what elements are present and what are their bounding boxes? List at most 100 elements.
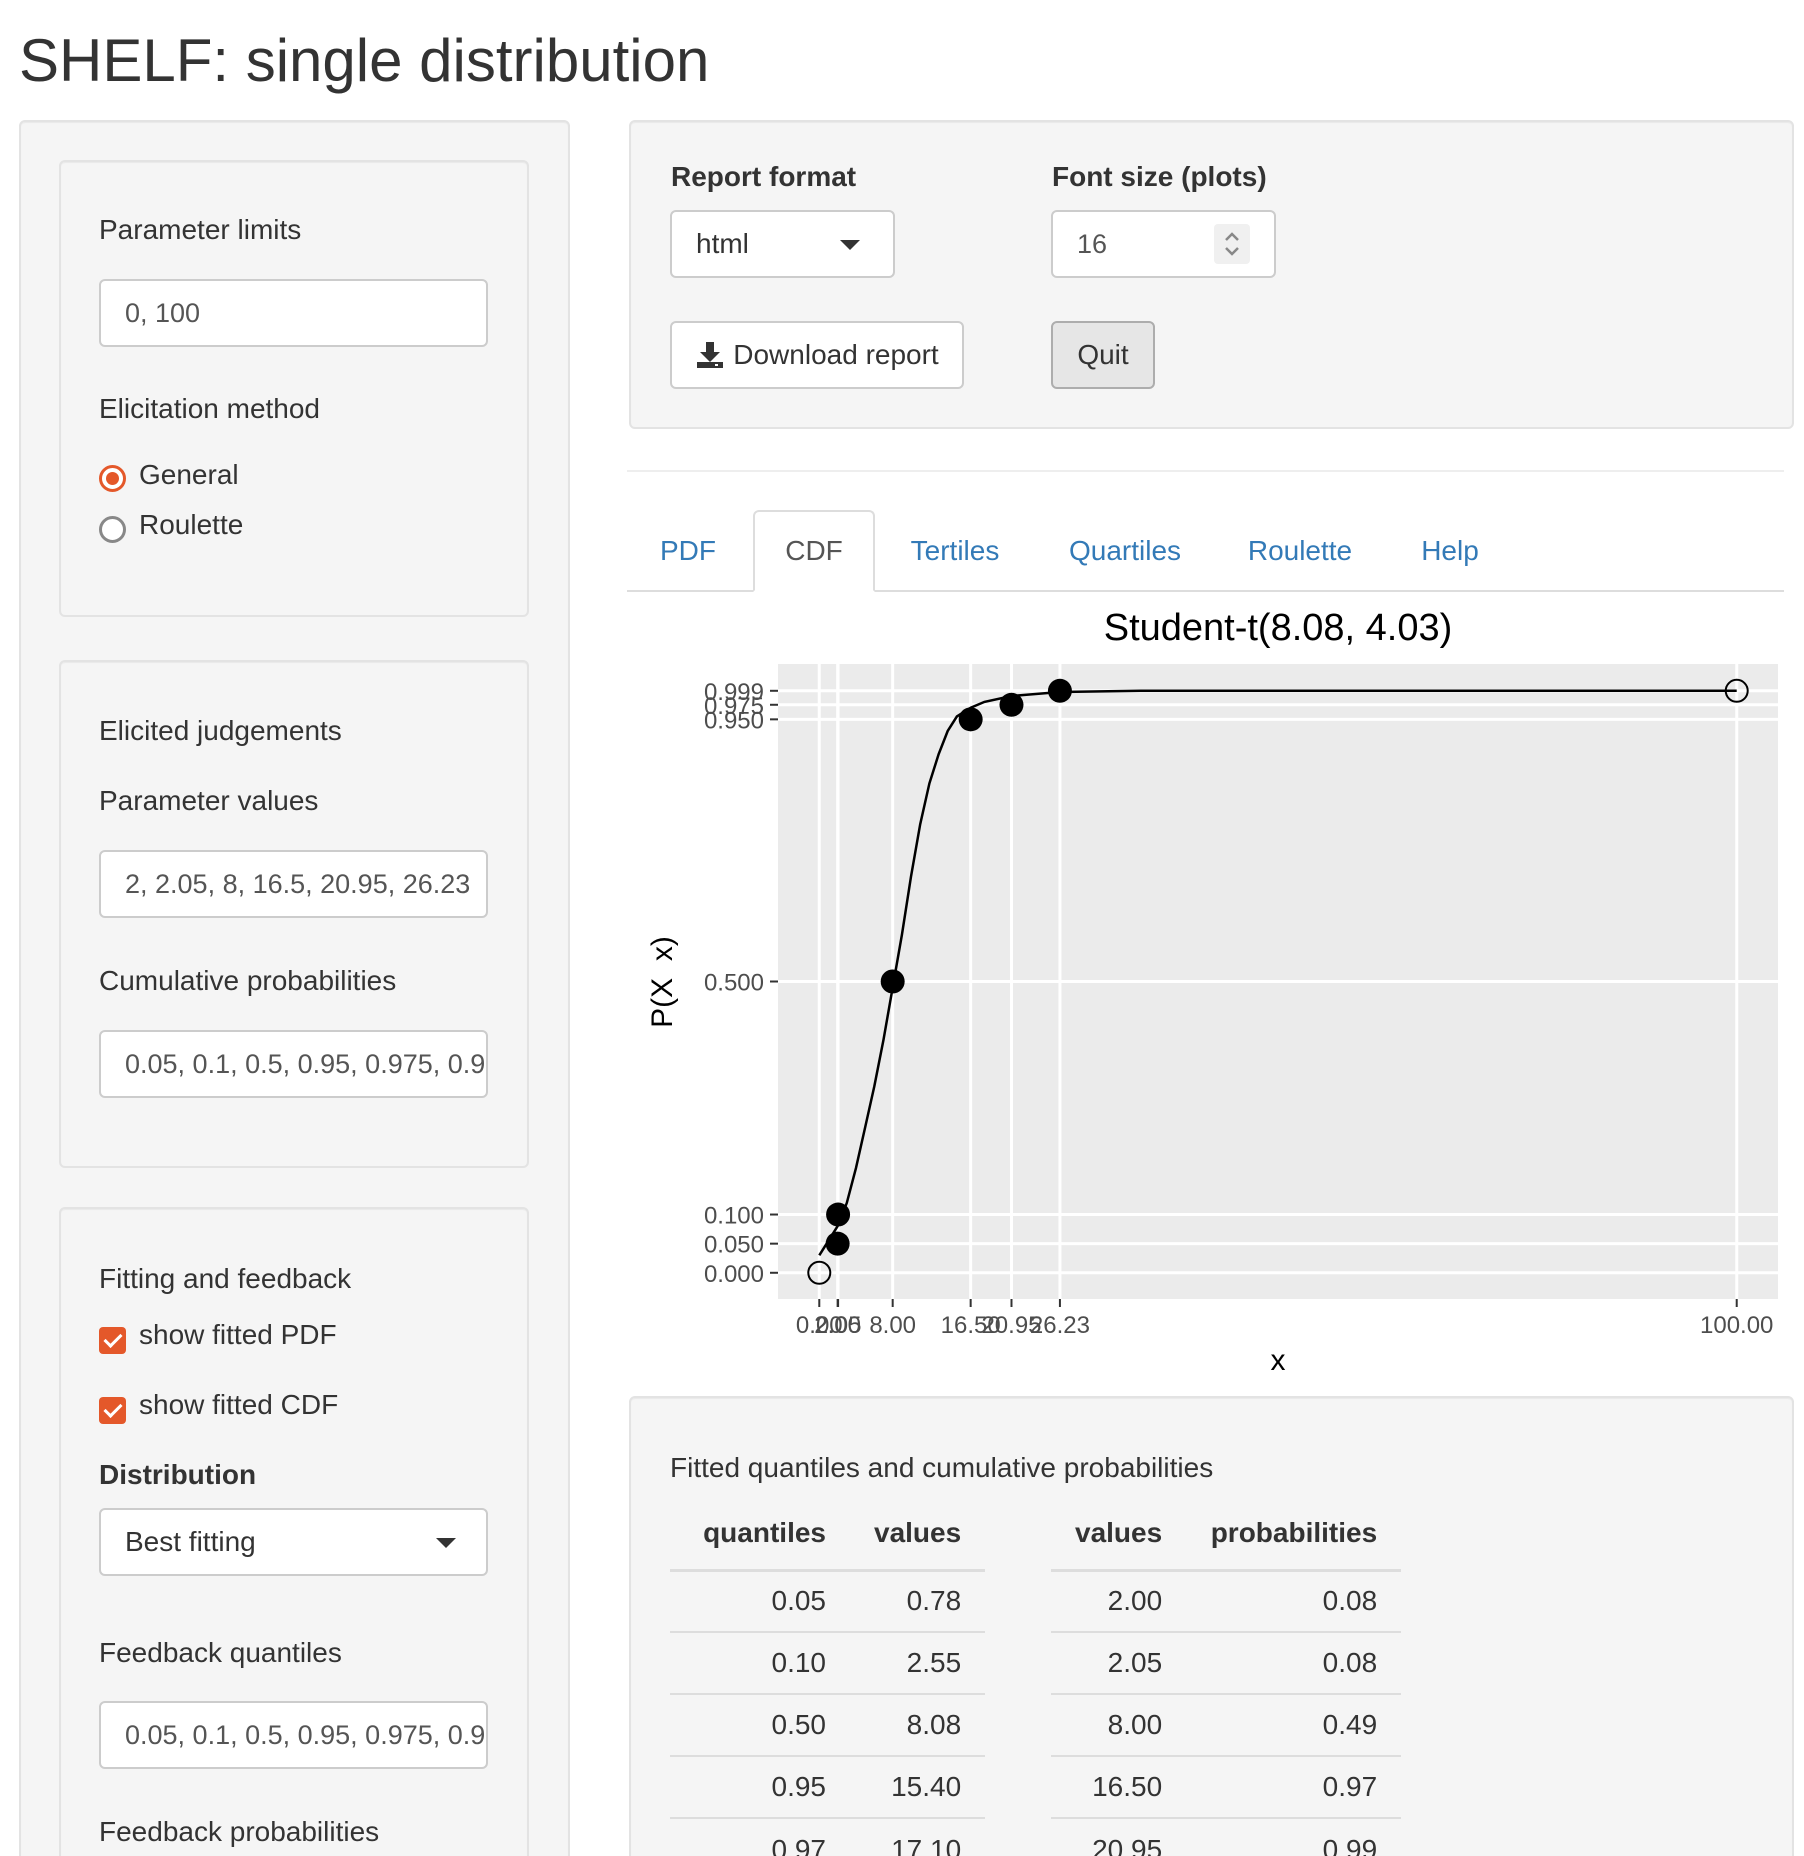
- data-point: [999, 692, 1024, 717]
- elicitation-method-label: Elicitation method: [99, 393, 321, 424]
- data-point: [880, 969, 905, 994]
- table-row: 0.97 17.10: [670, 1817, 986, 1856]
- tab-roulette[interactable]: Roulette: [1235, 510, 1365, 592]
- feedback-quantiles-input[interactable]: 0.05, 0.1, 0.5, 0.95, 0.975, 0.99: [99, 1701, 488, 1769]
- table-row: 0.50 8.08: [670, 1693, 986, 1756]
- x-tick-label: 8.00: [869, 1312, 916, 1339]
- cumulative-probabilities-label: Cumulative probabilities: [99, 965, 397, 996]
- parameter-limits-label: Parameter limits: [99, 214, 302, 245]
- table-header: values: [850, 1498, 986, 1572]
- table-cell: 0.05: [670, 1569, 850, 1632]
- table-cell: 8.00: [1051, 1693, 1187, 1756]
- probabilities-table: values probabilities 2.00 0.08 2.05 0.08 8…: [1051, 1498, 1402, 1856]
- distribution-select-value: Best fitting: [125, 1526, 256, 1557]
- table-cell: 8.08: [850, 1693, 986, 1756]
- table-cell: 0.08: [1186, 1569, 1402, 1632]
- radio-roulette[interactable]: [99, 516, 126, 543]
- x-tick-label: 100.00: [1700, 1312, 1773, 1339]
- table-cell: 0.95: [670, 1755, 850, 1818]
- table-cell: 0.97: [670, 1817, 850, 1856]
- table-row: 0.10 2.55: [670, 1631, 986, 1694]
- table-header: quantiles: [670, 1498, 850, 1572]
- table-cell: 2.00: [1051, 1569, 1187, 1632]
- y-tick-label: 0.050: [704, 1232, 764, 1259]
- parameter-values-input[interactable]: 2, 2.05, 8, 16.5, 20.95, 26.23: [99, 850, 488, 918]
- download-icon: [697, 342, 724, 368]
- quit-button[interactable]: Quit: [1051, 321, 1155, 389]
- table-cell: 20.95: [1051, 1817, 1187, 1856]
- data-point: [825, 1231, 850, 1256]
- table-cell: 0.10: [670, 1631, 850, 1694]
- tab-cdf[interactable]: CDF: [753, 510, 875, 592]
- table-cell: 0.50: [670, 1693, 850, 1756]
- page-title: SHELF: single distribution: [19, 27, 710, 94]
- tab-help[interactable]: Help: [1405, 510, 1495, 592]
- chevron-down-icon: [840, 240, 860, 250]
- table-header: probabilities: [1186, 1498, 1402, 1572]
- elicited-judgements-heading: Elicited judgements: [99, 715, 342, 746]
- show-cdf-label[interactable]: show fitted CDF: [139, 1389, 338, 1421]
- show-cdf-checkbox[interactable]: [99, 1397, 126, 1424]
- cdf-plot: 0.002.002.05 8.00 16.5020.9526.23 100.000.0…: [646, 607, 1778, 1376]
- x-axis-label: x: [1271, 1344, 1286, 1376]
- download-report-label: Download report: [733, 339, 939, 370]
- table-row: 0.05 0.78: [670, 1569, 986, 1632]
- show-pdf-label[interactable]: show fitted PDF: [139, 1319, 337, 1351]
- data-point: [826, 1202, 851, 1227]
- table-cell: 2.05: [1051, 1631, 1187, 1694]
- distribution-select[interactable]: Best fitting: [99, 1508, 488, 1576]
- tab-tertiles[interactable]: Tertiles: [893, 510, 1017, 592]
- chevron-down-icon: [436, 1538, 456, 1548]
- report-format-value: html: [696, 228, 749, 259]
- tab-quartiles[interactable]: Quartiles: [1055, 510, 1195, 592]
- tab-pdf[interactable]: PDF: [633, 510, 743, 592]
- y-tick-label: 0.000: [704, 1261, 764, 1288]
- table-cell: 0.49: [1186, 1693, 1402, 1756]
- font-size-value: 16: [1077, 228, 1108, 259]
- table-cell: 15.40: [850, 1755, 986, 1818]
- y-axis-label: P(X x): [646, 936, 679, 1028]
- font-size-label: Font size (plots): [1052, 161, 1267, 192]
- y-tick-label: 0.100: [704, 1203, 764, 1230]
- radio-roulette-label[interactable]: Roulette: [139, 509, 243, 541]
- distribution-label: Distribution: [99, 1459, 257, 1490]
- data-point: [958, 707, 983, 732]
- parameter-limits-input[interactable]: 0, 100: [99, 279, 488, 347]
- table-cell: 0.99: [1186, 1817, 1402, 1856]
- stepper-arrows-icon: [1225, 232, 1239, 256]
- radio-general[interactable]: [99, 465, 126, 492]
- radio-general-label[interactable]: General: [139, 459, 239, 491]
- report-format-select[interactable]: html: [670, 210, 895, 278]
- cumulative-probabilities-input[interactable]: 0.05, 0.1, 0.5, 0.95, 0.975, 0.999: [99, 1030, 488, 1098]
- divider: [627, 470, 1784, 472]
- table-cell: 2.55: [850, 1631, 986, 1694]
- feedback-quantiles-label: Feedback quantiles: [99, 1637, 342, 1668]
- report-format-label: Report format: [671, 161, 857, 192]
- x-tick-label: 2.05: [815, 1312, 862, 1339]
- fitting-feedback-heading: Fitting and feedback: [99, 1263, 352, 1294]
- table-cell: 0.08: [1186, 1631, 1402, 1694]
- table-row: 20.95 0.99: [1051, 1817, 1402, 1856]
- table-cell: 0.97: [1186, 1755, 1402, 1818]
- table-row: 2.00 0.08: [1051, 1569, 1402, 1632]
- chart-title: Student-t(8.08, 4.03): [1104, 607, 1453, 649]
- x-tick-label: 26.23: [1030, 1312, 1090, 1339]
- stepper-icon[interactable]: [1214, 224, 1250, 264]
- table-cell: 17.10: [850, 1817, 986, 1856]
- table-row: 16.50 0.97: [1051, 1755, 1402, 1818]
- y-tick-label: 0.999: [704, 679, 764, 706]
- table-row: 8.00 0.49: [1051, 1693, 1402, 1756]
- parameter-values-label: Parameter values: [99, 785, 319, 816]
- table-header: values: [1051, 1498, 1187, 1572]
- fitted-heading: Fitted quantiles and cumulative probabil…: [670, 1452, 1214, 1483]
- download-report-button[interactable]: Download report: [670, 321, 964, 389]
- table-row: 0.95 15.40: [670, 1755, 986, 1818]
- quantiles-table: quantiles values 0.05 0.78 0.10 2.55 0.50 8…: [670, 1498, 986, 1856]
- table-cell: 16.50: [1051, 1755, 1187, 1818]
- feedback-probabilities-label: Feedback probabilities: [99, 1816, 380, 1847]
- data-point: [1047, 678, 1072, 703]
- table-cell: 0.78: [850, 1569, 986, 1632]
- table-row: 2.05 0.08: [1051, 1631, 1402, 1694]
- show-pdf-checkbox[interactable]: [99, 1327, 126, 1354]
- y-tick-label: 0.500: [704, 970, 764, 997]
